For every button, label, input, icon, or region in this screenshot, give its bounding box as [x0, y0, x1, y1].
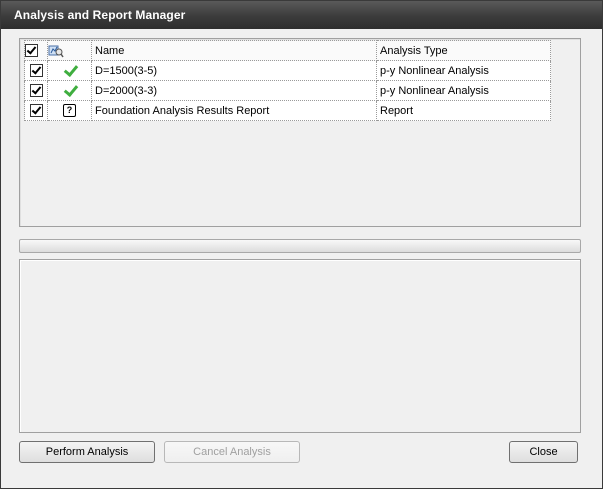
row-checkbox[interactable] [29, 84, 43, 97]
title-bar[interactable]: Analysis and Report Manager [1, 1, 602, 29]
dialog-body: Name Analysis Type D=1500(3-5) p-y Nonli… [6, 29, 597, 484]
analysis-progress-bar [19, 239, 581, 253]
type-column-header[interactable]: Analysis Type [376, 40, 551, 61]
analysis-grid-panel: Name Analysis Type D=1500(3-5) p-y Nonli… [19, 38, 581, 227]
row-name: D=2000(3-3) [91, 80, 377, 101]
name-column-header[interactable]: Name [91, 40, 377, 61]
perform-analysis-button[interactable]: Perform Analysis [19, 441, 155, 463]
table-header-row: Name Analysis Type [24, 40, 551, 61]
analysis-table: Name Analysis Type D=1500(3-5) p-y Nonli… [24, 40, 551, 121]
row-status-cell [47, 80, 92, 101]
table-row[interactable]: D=1500(3-5) p-y Nonlinear Analysis [24, 60, 551, 81]
table-row[interactable]: ? Foundation Analysis Results Report Rep… [24, 100, 551, 121]
status-header [47, 40, 92, 61]
row-type: p-y Nonlinear Analysis [376, 60, 551, 81]
question-icon: ? [63, 104, 76, 117]
select-all-checkbox[interactable] [25, 44, 38, 57]
row-name: Foundation Analysis Results Report [91, 100, 377, 121]
select-all-header[interactable] [24, 40, 48, 61]
output-log-panel [19, 259, 581, 433]
row-type: p-y Nonlinear Analysis [376, 80, 551, 101]
check-icon [63, 66, 77, 75]
window-title: Analysis and Report Manager [14, 8, 186, 22]
row-type: Report [376, 100, 551, 121]
row-checkbox-cell[interactable] [24, 60, 48, 81]
row-checkbox[interactable] [29, 104, 43, 117]
check-icon [63, 86, 77, 95]
row-status-cell [47, 60, 92, 81]
row-name: D=1500(3-5) [91, 60, 377, 81]
cancel-analysis-button[interactable]: Cancel Analysis [164, 441, 300, 463]
row-checkbox[interactable] [29, 64, 43, 77]
analysis-status-icon [48, 44, 64, 58]
analysis-report-manager-window: Analysis and Report Manager Name Analysi… [0, 0, 603, 489]
row-checkbox-cell[interactable] [24, 80, 48, 101]
close-button[interactable]: Close [509, 441, 578, 463]
row-checkbox-cell[interactable] [24, 100, 48, 121]
table-row[interactable]: D=2000(3-3) p-y Nonlinear Analysis [24, 80, 551, 101]
row-status-cell: ? [47, 100, 92, 121]
